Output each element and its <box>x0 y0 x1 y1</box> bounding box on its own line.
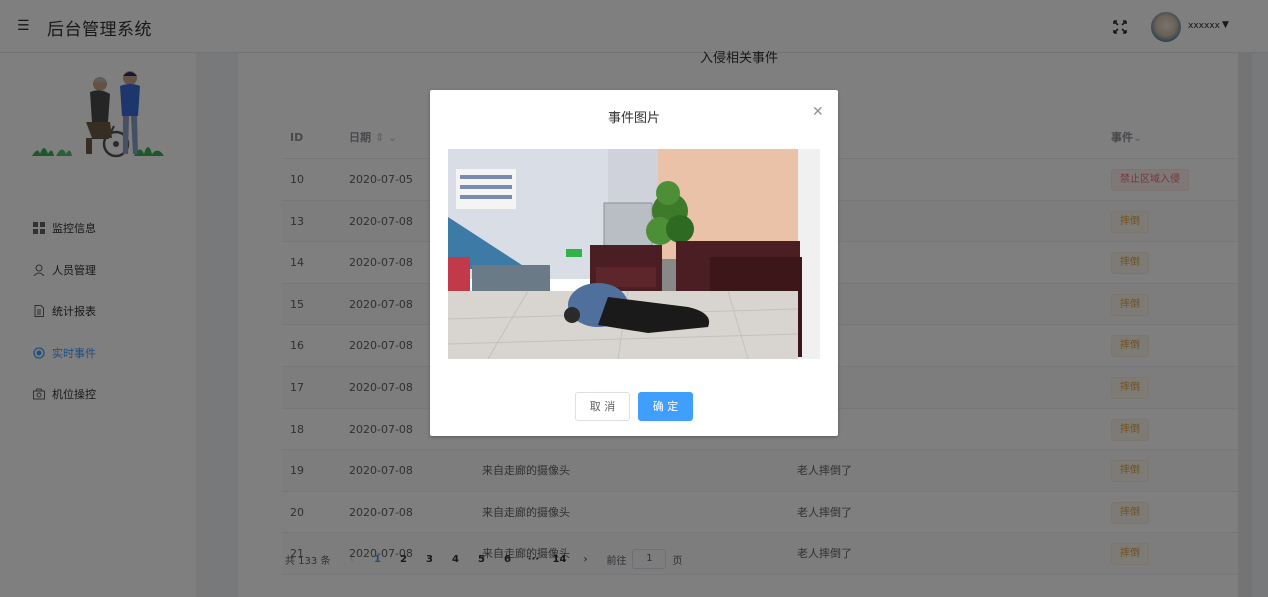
confirm-button[interactable]: 确 定 <box>638 392 693 421</box>
close-icon[interactable]: ✕ <box>812 104 824 120</box>
dialog-title: 事件图片 <box>607 111 660 126</box>
cancel-button[interactable]: 取 消 <box>575 392 630 421</box>
event-photo <box>448 149 820 359</box>
event-image-dialog: 事件图片 ✕ 取 消 确 定 <box>430 90 838 436</box>
